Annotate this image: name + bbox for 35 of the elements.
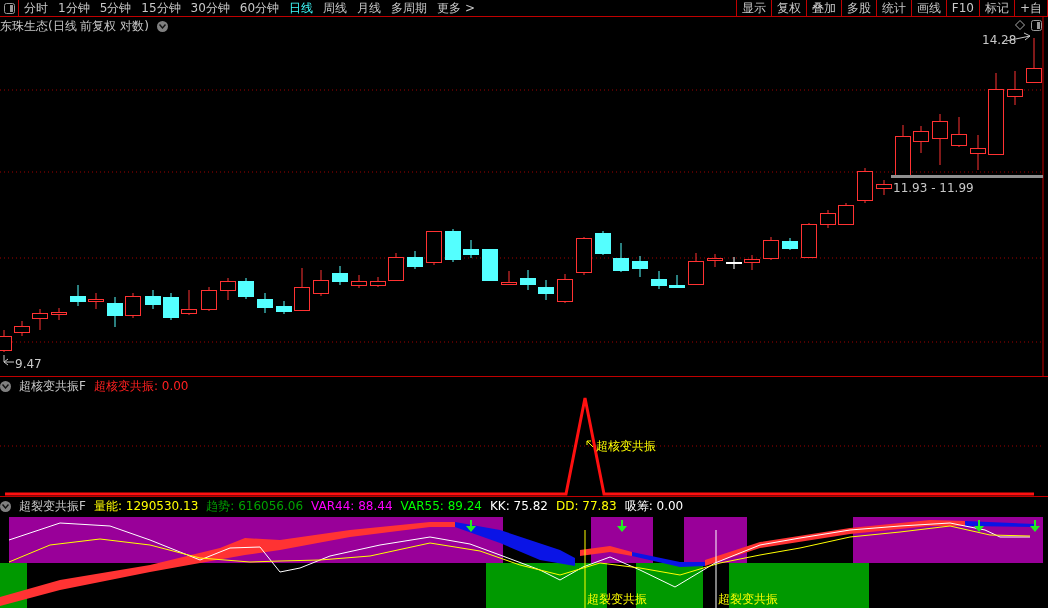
period-tab[interactable]: 月线: [357, 0, 382, 16]
toolbar-button[interactable]: 标记: [979, 0, 1015, 16]
indicator-name: 超裂变共振F: [19, 497, 86, 515]
price-label: 9.47: [15, 357, 42, 371]
toolbar-button[interactable]: +自: [1014, 0, 1048, 16]
price-label: 14.28: [982, 33, 1017, 47]
toolbar-button[interactable]: 多股: [841, 0, 877, 16]
toolbar-button[interactable]: 画线: [911, 0, 947, 16]
period-tab[interactable]: 更多 >: [437, 0, 475, 16]
period-tab[interactable]: 多周期: [391, 0, 428, 16]
indicator-name: 超核变共振F: [19, 377, 86, 395]
legend-value: VAR55: 89.24: [400, 499, 482, 513]
period-tab[interactable]: 1分钟: [58, 0, 90, 16]
period-tab[interactable]: 分时: [24, 0, 48, 16]
legend-value: 量能: 1290530.13: [93, 497, 199, 515]
legend-value: KK: 75.82: [490, 499, 548, 513]
period-tab[interactable]: 15分钟: [141, 0, 181, 16]
price-label: 11.93 - 11.99: [893, 181, 974, 195]
period-tab[interactable]: 60分钟: [239, 0, 280, 16]
signal-label: 超核变共振: [596, 438, 656, 455]
toolbar-button[interactable]: 统计: [876, 0, 912, 16]
legend-value: DD: 77.83: [555, 499, 617, 513]
chart-title: 东珠生态(日线 前复权 对数): [0, 17, 149, 35]
legend-value: 超核变共振: 0.00: [93, 377, 189, 395]
period-tab[interactable]: 30分钟: [190, 0, 230, 16]
legend-value: VAR44: 88.44: [311, 499, 393, 513]
toolbar-button[interactable]: 叠加: [806, 0, 842, 16]
period-tab[interactable]: 日线: [289, 0, 314, 16]
period-tab[interactable]: 周线: [323, 0, 348, 16]
legend-value: 吸筹: 0.00: [624, 497, 684, 515]
toolbar-button[interactable]: F10: [946, 0, 980, 16]
toolbar-button[interactable]: 显示: [736, 0, 772, 16]
period-tab[interactable]: 5分钟: [99, 0, 132, 16]
toolbar-button[interactable]: 复权: [771, 0, 807, 16]
legend-value: 趋势: 616056.06: [206, 497, 304, 515]
